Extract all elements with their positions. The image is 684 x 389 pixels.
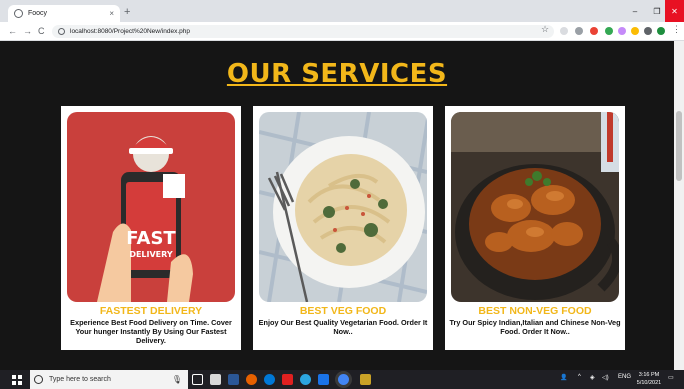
new-tab-button[interactable]: + xyxy=(124,5,130,19)
address-bar[interactable]: localhost:8080/Project%20New/index.php xyxy=(52,25,554,38)
card-title: FASTEST DELIVERY xyxy=(99,305,203,317)
edge-icon[interactable] xyxy=(264,374,275,385)
close-window-button[interactable]: ✕ xyxy=(665,0,684,22)
card-description: Try Our Spicy Indian,Italian and Chinese… xyxy=(449,318,621,336)
browser-titlebar: Foocy × + – ❐ ✕ xyxy=(0,0,684,22)
app-icon[interactable] xyxy=(318,374,329,385)
extension-icon[interactable] xyxy=(590,27,598,35)
page-content: OUR SERVICES FAST DELIVERY FASTEST DELIV… xyxy=(0,41,674,370)
volume-icon[interactable]: ◁) xyxy=(602,374,609,381)
card-description: Enjoy Our Best Quality Vegetarian Food. … xyxy=(258,318,428,336)
tab-close-icon[interactable]: × xyxy=(109,9,114,18)
telegram-icon[interactable] xyxy=(300,374,311,385)
search-icon xyxy=(34,375,43,384)
clock-time: 3:16 PM xyxy=(638,372,660,378)
veg-food-photo xyxy=(259,112,427,302)
microphone-icon[interactable]: 🎙 xyxy=(172,375,182,384)
taskbar-search-box[interactable]: Type here to search 🎙 xyxy=(30,370,188,389)
extension-icon[interactable] xyxy=(575,27,583,35)
people-icon[interactable]: 👤 xyxy=(560,374,567,381)
info-icon[interactable] xyxy=(58,28,65,35)
address-url: localhost:8080/Project%20New/index.php xyxy=(70,28,190,35)
windows-start-icon[interactable] xyxy=(12,375,22,385)
language-indicator[interactable]: ENG xyxy=(618,374,631,380)
delivery-image-text: FAST xyxy=(126,228,176,249)
browser-menu-icon[interactable]: ⋮ xyxy=(672,24,681,35)
extension-icon[interactable] xyxy=(631,27,639,35)
extension-icon[interactable] xyxy=(605,27,613,35)
browser-tab[interactable]: Foocy × xyxy=(8,5,120,22)
page-heading: OUR SERVICES xyxy=(226,59,448,89)
forward-button[interactable]: → xyxy=(23,25,32,37)
chrome-icon[interactable] xyxy=(338,374,349,385)
delivery-illustration: FAST DELIVERY xyxy=(67,112,235,302)
screen: Foocy × + – ❐ ✕ ← → C localhost:8080/Pro… xyxy=(0,0,684,389)
nonveg-food-photo xyxy=(451,112,619,302)
pdf-icon[interactable] xyxy=(282,374,293,385)
card-description: Experience Best Food Delivery on Time. C… xyxy=(70,318,232,345)
puzzle-icon[interactable] xyxy=(644,27,652,35)
app-icon[interactable] xyxy=(228,374,239,385)
scrollbar-thumb[interactable] xyxy=(676,111,682,181)
task-view-icon[interactable] xyxy=(192,374,203,385)
clock-date: 5/10/2021 xyxy=(636,379,662,386)
browser-toolbar: ← → C localhost:8080/Project%20New/index… xyxy=(0,22,684,41)
card-title: BEST NON-VEG FOOD xyxy=(478,305,592,317)
network-icon[interactable]: ◈ xyxy=(590,374,595,381)
bookmark-star-icon[interactable]: ☆ xyxy=(541,24,549,35)
mail-icon[interactable] xyxy=(210,374,221,385)
globe-icon xyxy=(14,9,23,18)
extension-icon[interactable] xyxy=(560,27,568,35)
tab-title: Foocy xyxy=(28,10,48,17)
extension-icon[interactable] xyxy=(618,27,626,35)
back-button[interactable]: ← xyxy=(8,25,17,37)
notification-icon[interactable]: ▭ xyxy=(668,374,674,381)
service-card-nonveg[interactable]: BEST NON-VEG FOOD Try Our Spicy Indian,I… xyxy=(445,106,625,350)
card-title: BEST VEG FOOD xyxy=(299,305,387,317)
taskbar-clock[interactable]: 3:16 PM 5/10/2021 xyxy=(634,372,664,387)
search-placeholder: Type here to search xyxy=(49,376,111,383)
tray-chevron-icon[interactable]: ^ xyxy=(578,374,581,380)
service-card-delivery[interactable]: FAST DELIVERY FASTEST DELIVERY Experienc… xyxy=(61,106,241,350)
app-icon[interactable] xyxy=(360,374,371,385)
page-scrollbar[interactable] xyxy=(674,41,684,370)
delivery-image-subtext: DELIVERY xyxy=(129,250,173,259)
service-card-veg[interactable]: BEST VEG FOOD Enjoy Our Best Quality Veg… xyxy=(253,106,433,350)
minimize-button[interactable]: – xyxy=(624,0,646,22)
profile-avatar[interactable] xyxy=(657,27,665,35)
firefox-icon[interactable] xyxy=(246,374,257,385)
reload-button[interactable]: C xyxy=(38,25,45,37)
taskbar: Type here to search 🎙 👤 ^ ◈ ◁) ENG 3:16 … xyxy=(0,370,684,389)
